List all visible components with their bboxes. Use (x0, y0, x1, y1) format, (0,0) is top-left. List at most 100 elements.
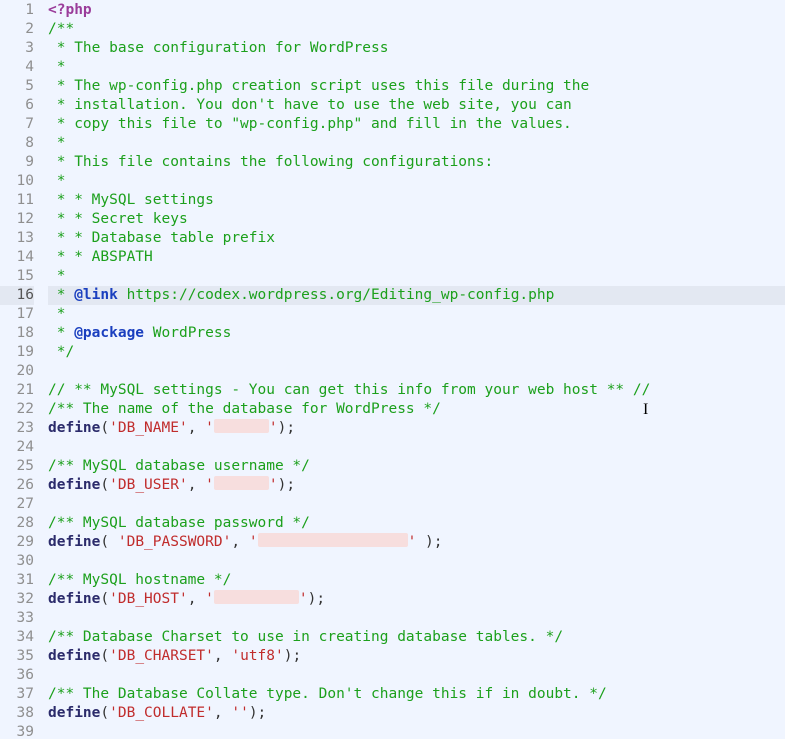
token-docblock: */ (48, 344, 74, 360)
line-number: 4 (0, 58, 34, 77)
token-docblock: * (48, 268, 65, 284)
line-number: 10 (0, 172, 34, 191)
code-line[interactable]: /** The Database Collate type. Don't cha… (48, 685, 785, 704)
token-string: ' (249, 534, 258, 550)
token-punct: ( (100, 591, 109, 607)
token-string: 'DB_CHARSET' (109, 648, 214, 664)
code-line[interactable]: * The wp-config.php creation script uses… (48, 77, 785, 96)
code-line[interactable]: * * MySQL settings (48, 191, 785, 210)
token-string: 'DB_COLLATE' (109, 705, 214, 721)
token-string: 'DB_HOST' (109, 591, 188, 607)
code-line[interactable]: /** (48, 20, 785, 39)
line-number: 13 (0, 229, 34, 248)
code-line[interactable] (48, 438, 785, 457)
code-line[interactable]: * (48, 305, 785, 324)
code-line[interactable]: define('DB_CHARSET', 'utf8'); (48, 647, 785, 666)
code-area[interactable]: <?php /** * The base configuration for Wo… (40, 0, 785, 739)
code-line[interactable]: * The base configuration for WordPress (48, 39, 785, 58)
code-line[interactable]: /** MySQL database username */ (48, 457, 785, 476)
token-docblock: * This file contains the following confi… (48, 154, 493, 170)
token-docblock: /** (48, 21, 74, 37)
line-number: 1 (0, 1, 34, 20)
line-number: 21 (0, 381, 34, 400)
line-number: 17 (0, 305, 34, 324)
line-number: 5 (0, 77, 34, 96)
token-phpopen: <?php (48, 2, 92, 18)
code-line[interactable]: /** MySQL hostname */ (48, 571, 785, 590)
code-line[interactable]: * * ABSPATH (48, 248, 785, 267)
token-func: define (48, 420, 100, 436)
line-number: 37 (0, 685, 34, 704)
token-punct: , (231, 534, 248, 550)
code-line[interactable] (48, 609, 785, 628)
code-line[interactable]: define('DB_HOST', ''); (48, 590, 785, 609)
code-line[interactable]: /** MySQL database password */ (48, 514, 785, 533)
token-punct: ); (308, 591, 325, 607)
token-docblock: * * MySQL settings (48, 192, 214, 208)
code-line[interactable]: * copy this file to "wp-config.php" and … (48, 115, 785, 134)
code-line[interactable]: * (48, 134, 785, 153)
code-line[interactable]: /** Database Charset to use in creating … (48, 628, 785, 647)
token-string: ' (269, 477, 278, 493)
token-string: 'DB_PASSWORD' (118, 534, 232, 550)
code-line[interactable]: * @link https://codex.wordpress.org/Edit… (48, 286, 785, 305)
code-line[interactable]: * * Database table prefix (48, 229, 785, 248)
token-docblock: * (48, 325, 74, 341)
code-line[interactable]: * * Secret keys (48, 210, 785, 229)
code-line[interactable] (48, 666, 785, 685)
code-line[interactable]: define('DB_COLLATE', ''); (48, 704, 785, 723)
token-docblock: * The wp-config.php creation script uses… (48, 78, 589, 94)
token-punct: , (188, 420, 205, 436)
code-line[interactable]: * @package WordPress (48, 324, 785, 343)
code-line[interactable]: /** The name of the database for WordPre… (48, 400, 785, 419)
code-line[interactable] (48, 552, 785, 571)
token-punct: ); (284, 648, 301, 664)
redacted-value (214, 476, 269, 490)
token-docblock: * * Secret keys (48, 211, 188, 227)
token-punct: , (188, 477, 205, 493)
code-line[interactable]: * (48, 267, 785, 286)
code-line[interactable]: // ** MySQL settings - You can get this … (48, 381, 785, 400)
code-line[interactable]: * installation. You don't have to use th… (48, 96, 785, 115)
token-docblock: * (48, 287, 74, 303)
line-number: 28 (0, 514, 34, 533)
token-string: ' (299, 591, 308, 607)
token-punct: ( (100, 534, 117, 550)
code-line[interactable]: <?php (48, 1, 785, 20)
line-number: 11 (0, 191, 34, 210)
token-punct: , (214, 705, 231, 721)
code-line[interactable]: define('DB_USER', ''); (48, 476, 785, 495)
code-line[interactable] (48, 723, 785, 739)
line-number: 12 (0, 210, 34, 229)
token-string: ' (205, 477, 214, 493)
token-doctag: @package (74, 325, 144, 341)
token-punct: ( (100, 648, 109, 664)
token-docblock: * (48, 173, 65, 189)
token-punct: , (188, 591, 205, 607)
token-comment: /** The Database Collate type. Don't cha… (48, 686, 607, 702)
line-number: 36 (0, 666, 34, 685)
code-editor[interactable]: 1234567891011121314151617181920212223242… (0, 0, 785, 739)
token-docblock: * installation. You don't have to use th… (48, 97, 572, 113)
code-line[interactable]: * (48, 58, 785, 77)
token-punct: ); (249, 705, 266, 721)
code-line[interactable]: */ (48, 343, 785, 362)
code-line[interactable]: * This file contains the following confi… (48, 153, 785, 172)
token-docblock: WordPress (144, 325, 231, 341)
line-number: 20 (0, 362, 34, 381)
token-docblock: * (48, 59, 65, 75)
line-number: 22 (0, 400, 34, 419)
code-line[interactable]: define( 'DB_PASSWORD', '' ); (48, 533, 785, 552)
line-number: 31 (0, 571, 34, 590)
token-docblock: * (48, 135, 65, 151)
token-func: define (48, 705, 100, 721)
code-line[interactable] (48, 495, 785, 514)
code-line[interactable]: define('DB_NAME', ''); (48, 419, 785, 438)
token-docblock: * * ABSPATH (48, 249, 153, 265)
token-docblock: https://codex.wordpress.org/Editing_wp-c… (118, 287, 555, 303)
token-comment: /** Database Charset to use in creating … (48, 629, 563, 645)
code-line[interactable]: * (48, 172, 785, 191)
code-line[interactable] (48, 362, 785, 381)
line-number: 35 (0, 647, 34, 666)
line-number: 18 (0, 324, 34, 343)
